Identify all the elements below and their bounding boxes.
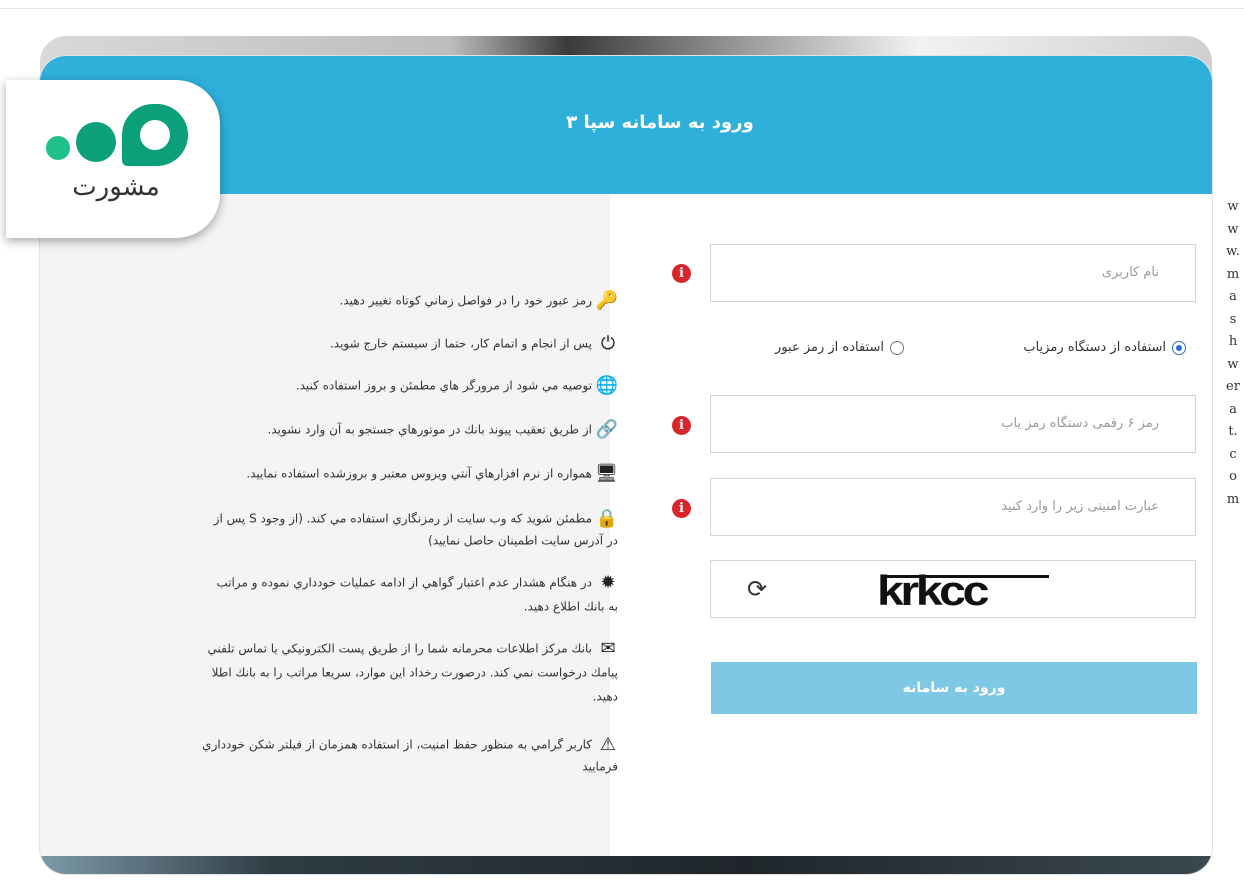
logo-dot-medium — [76, 122, 116, 162]
tip-item-continued: پيامك درخواست نمي كند. درصورت رخداد اين … — [212, 662, 618, 683]
site-logo: مشورت — [6, 80, 220, 238]
tip-text: همواره از نرم افزارهاي آنتي ويروس معتبر … — [246, 466, 592, 481]
radio-token[interactable] — [1172, 340, 1186, 355]
globe-icon: 🌐 — [595, 374, 618, 396]
tip-item: ✹ در هنگام هشدار عدم اعتبار گواهي از ادام… — [216, 572, 618, 593]
tip-text: فرماييد — [582, 759, 618, 774]
tip-item: 🌐توصيه مي شود از مرورگر هاي مطمئن و بروز… — [296, 375, 618, 396]
power-icon: ⏻ — [600, 332, 616, 354]
tip-item: ⚠ كاربر گرامي به منظور حفظ امنيت، از استف… — [202, 734, 618, 755]
logo-bubble-hole — [140, 120, 170, 150]
tip-text: توصيه مي شود از مرورگر هاي مطمئن و بروز … — [295, 378, 592, 393]
warning-icon: ⚠ — [599, 733, 617, 755]
tip-text: پيامك درخواست نمي كند. درصورت رخداد اين … — [211, 665, 618, 680]
radio-password[interactable] — [890, 340, 904, 355]
radio-option-password[interactable]: استفاده از رمز عبور — [775, 340, 904, 355]
captcha-box: ⟳ krkcc — [710, 560, 1196, 618]
refresh-icon[interactable]: ⟳ — [747, 575, 767, 603]
username-placeholder: نام کاربری — [1101, 265, 1159, 280]
login-submit-button[interactable]: ورود به سامانه — [711, 662, 1197, 714]
captcha-image-text: krkcc — [877, 567, 989, 614]
top-divider — [0, 8, 1244, 9]
tip-text: بانك مركز اطلاعات محرمانه شما را از طريق… — [207, 641, 593, 656]
otp-input[interactable]: رمز ۶ رقمی دستگاه رمز یاب — [710, 395, 1196, 453]
link-icon: 🔗 — [595, 418, 618, 440]
radio-password-label: استفاده از رمز عبور — [775, 340, 884, 355]
tip-item-continued: فرماييد — [582, 756, 618, 777]
taskbar-strip — [40, 856, 1212, 874]
tip-text: به بانك اطلاع دهيد. — [523, 599, 618, 614]
radio-option-token[interactable]: استفاده از دستگاه رمزیاب — [1023, 340, 1186, 355]
logo-wordmark: مشورت — [72, 172, 160, 202]
tip-item: 🔗از طريق تعقيب پيوند بانك در موتورهاي جس… — [267, 419, 618, 440]
tip-item: 🔒مطمئن شويد كه وب سايت از رمزنگاري استفا… — [214, 508, 618, 529]
tip-text: كاربر گرامي به منظور حفظ امنيت، از استفا… — [202, 737, 592, 752]
username-input[interactable]: نام کاربری — [710, 244, 1196, 302]
captcha-placeholder: عبارت امنیتی زیر را وارد کنید — [1001, 499, 1159, 514]
logo-dot-small — [46, 136, 70, 160]
tip-text: پس از انجام و اتمام كار، حتما از سيستم خ… — [329, 336, 592, 351]
tip-text: رمز عبور خود را در فواصل زماني كوتاه تغي… — [339, 293, 592, 308]
tip-text: دهيد. — [592, 689, 618, 704]
otp-error-icon: i — [672, 416, 691, 435]
tip-text: مطمئن شويد كه وب سايت از رمزنگاري استفاد… — [213, 511, 592, 526]
radio-token-label: استفاده از دستگاه رمزیاب — [1023, 340, 1166, 355]
envelope-icon: ✉ — [600, 637, 616, 659]
tip-item-continued: به بانك اطلاع دهيد. — [524, 596, 618, 617]
tip-item: ⏻ پس از انجام و اتمام كار، حتما از سيستم … — [330, 333, 618, 354]
tip-item: 🖥همواره از نرم افزارهاي آنتي ويروس معتبر… — [246, 463, 618, 484]
watermark-url: www.mashwerat.com — [1226, 199, 1240, 507]
captcha-input[interactable]: عبارت امنیتی زیر را وارد کنید — [710, 478, 1196, 536]
lock-icon: 🔒 — [595, 507, 618, 529]
captcha-error-icon: i — [672, 499, 691, 518]
monitor-icon: 🖥 — [595, 462, 618, 484]
tip-text: در آدرس سايت اطمينان حاصل نماييد) — [428, 533, 618, 548]
otp-placeholder: رمز ۶ رقمی دستگاه رمز یاب — [1001, 416, 1159, 431]
tip-item-continued: دهيد. — [593, 686, 618, 707]
certificate-icon: ✹ — [600, 571, 616, 593]
username-error-icon: i — [672, 264, 691, 283]
tip-item: ✉ بانك مركز اطلاعات محرمانه شما را از طري… — [208, 638, 619, 659]
page-title: ورود به سامانه سپا ۳ — [566, 112, 754, 133]
tip-item: 🔑رمز عبور خود را در فواصل زماني كوتاه تغ… — [339, 290, 618, 311]
key-icon: 🔑 — [595, 289, 618, 311]
tip-text: از طريق تعقيب پيوند بانك در موتورهاي جست… — [267, 422, 592, 437]
tip-item-continued: در آدرس سايت اطمينان حاصل نماييد) — [428, 530, 618, 551]
tip-text: در هنگام هشدار عدم اعتبار گواهي از ادامه… — [216, 575, 592, 590]
